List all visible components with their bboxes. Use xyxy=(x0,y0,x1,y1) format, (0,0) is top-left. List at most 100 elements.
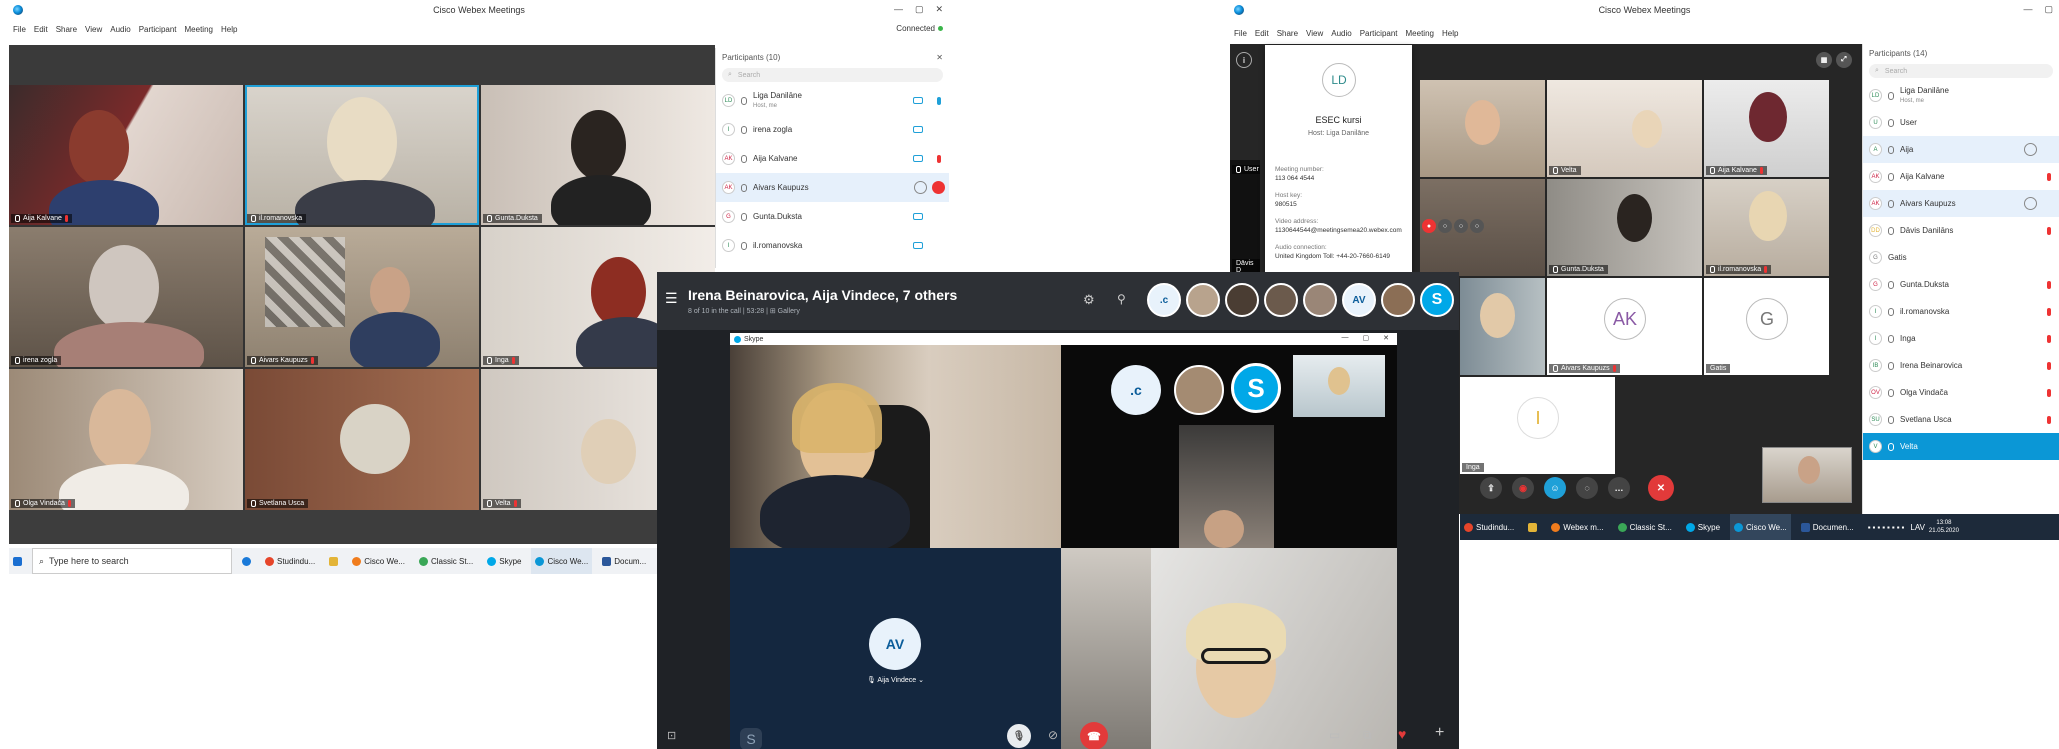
participant-row[interactable]: AK Aija Kalvane xyxy=(1863,163,2059,190)
start-button[interactable] xyxy=(9,548,26,574)
taskbar-app-chrome[interactable]: Studindu... xyxy=(261,548,319,574)
video-tile-initials[interactable]: AK Aivars Kaupuzs xyxy=(1547,278,1702,375)
participant-row-selected[interactable]: AK Aivars Kaupuzs xyxy=(716,173,949,202)
heart-reaction-icon[interactable]: ♥ xyxy=(1398,726,1406,742)
settings-gear-icon[interactable]: ⚙ xyxy=(1083,292,1095,308)
participant-avatar[interactable] xyxy=(1264,283,1298,317)
avatar-av[interactable]: AV xyxy=(1342,283,1376,317)
video-tile[interactable]: Svetlana Usca xyxy=(245,369,479,510)
video-off-icon[interactable]: ⊘ xyxy=(1048,728,1058,742)
taskbar-app-firefox[interactable]: Cisco We... xyxy=(348,548,409,574)
menu-file[interactable]: File xyxy=(13,25,26,34)
reaction-buttons[interactable]: ● xyxy=(1422,219,1436,233)
meeting-info-button[interactable]: i xyxy=(1236,52,1252,68)
add-participant-icon[interactable]: ⚲ xyxy=(1117,292,1126,306)
participant-row[interactable]: U User xyxy=(1863,109,2059,136)
participant-row-selected[interactable]: A Aija xyxy=(1863,136,2059,163)
language-indicator[interactable]: LAV xyxy=(1910,523,1925,532)
taskbar-app-chrome[interactable]: Studindu... xyxy=(1460,514,1518,540)
menu-file[interactable]: File xyxy=(1234,29,1247,38)
reaction-button[interactable]: ○ xyxy=(1438,219,1452,233)
menu-meeting[interactable]: Meeting xyxy=(185,25,213,34)
taskbar-app-skype[interactable]: Skype xyxy=(483,548,525,574)
close-button[interactable]: ✕ xyxy=(935,4,943,15)
reaction-button[interactable]: ○ xyxy=(1470,219,1484,233)
video-tile[interactable]: ● ○ ○ ○ xyxy=(1420,179,1545,276)
participant-avatar[interactable] xyxy=(1381,283,1415,317)
main-video-tile[interactable] xyxy=(730,345,1061,548)
video-tile[interactable] xyxy=(1179,425,1274,548)
participant-avatar[interactable] xyxy=(1186,283,1220,317)
avatar-c-large[interactable]: .c xyxy=(1111,365,1161,415)
expand-button[interactable]: ⤢ xyxy=(1836,52,1852,68)
video-tile-active[interactable]: il.romanovska xyxy=(245,85,479,225)
taskbar-app-skype[interactable]: Skype xyxy=(1682,514,1724,540)
participants-button[interactable]: ☺ xyxy=(1544,477,1566,499)
participant-row[interactable]: Iil.romanovska xyxy=(716,231,949,260)
taskbar-app-word[interactable]: Documen... xyxy=(1797,514,1858,540)
share-button[interactable]: ⇪ xyxy=(1480,477,1502,499)
end-call-button[interactable]: ☎ xyxy=(1080,722,1108,749)
menu-share[interactable]: Share xyxy=(56,25,77,34)
avatar-c[interactable]: .c xyxy=(1147,283,1181,317)
field-value[interactable]: 113 064 4544 xyxy=(1275,174,1410,183)
participant-avatar[interactable] xyxy=(1225,283,1259,317)
close-panel-icon[interactable]: ✕ xyxy=(936,53,943,62)
user-tile[interactable]: User Dāvis D xyxy=(1230,160,1260,280)
participant-row[interactable]: AK Aija Kalvane xyxy=(716,144,949,173)
more-button[interactable]: … xyxy=(1608,477,1630,499)
leave-meeting-button[interactable]: ✕ xyxy=(1648,475,1674,501)
video-tile[interactable]: Aija Kalvane xyxy=(1704,80,1829,177)
taskbar-app-classic[interactable]: Classic St... xyxy=(415,548,477,574)
menu-participant[interactable]: Participant xyxy=(139,25,177,34)
participant-row[interactable]: G Gunta.Duksta xyxy=(716,202,949,231)
participant-row[interactable]: LD Liga Danilāne Host, me xyxy=(1863,82,2059,109)
video-tile-initials[interactable]: G Gatis xyxy=(1704,278,1829,375)
hamburger-menu-icon[interactable]: ☰ xyxy=(665,290,678,307)
menu-help[interactable]: Help xyxy=(1442,29,1458,38)
taskbar-app-word[interactable]: Docum... xyxy=(598,548,650,574)
chat-icon[interactable] xyxy=(2024,143,2037,156)
video-tile[interactable] xyxy=(1420,80,1545,177)
video-thumbnail[interactable] xyxy=(1293,355,1385,417)
video-tile[interactable]: irena zogla xyxy=(9,227,243,367)
taskbar-search-input[interactable]: ⌕ Type here to search xyxy=(32,548,232,574)
menu-view[interactable]: View xyxy=(85,25,102,34)
participant-row[interactable]: IB Irena Beinarovica xyxy=(1863,352,2059,379)
field-value[interactable]: United Kingdom Toll: +44-20-7660-6149 xyxy=(1275,252,1410,261)
switch-view-icon[interactable]: ⧉ xyxy=(1363,728,1372,743)
menu-participant[interactable]: Participant xyxy=(1360,29,1398,38)
minimize-button[interactable]: — xyxy=(894,4,903,15)
chat-icon[interactable]: ▭ xyxy=(1329,728,1340,742)
menu-audio[interactable]: Audio xyxy=(110,25,130,34)
field-value[interactable]: 1130644544@meetingsemea20.webex.com xyxy=(1275,226,1410,235)
participant-row[interactable]: G Gatis xyxy=(1863,244,2059,271)
video-tile[interactable]: il.romanovska xyxy=(1704,179,1829,276)
more-options-icon[interactable]: + xyxy=(1435,724,1444,742)
clock[interactable]: 13:08 21.05.2020 xyxy=(1929,519,1959,535)
minimize-button[interactable]: — xyxy=(2023,4,2032,15)
participant-search-input[interactable]: ⌕ Search xyxy=(1869,64,2053,78)
taskbar-app-explorer[interactable] xyxy=(1524,514,1541,540)
menu-meeting[interactable]: Meeting xyxy=(1406,29,1434,38)
participant-row[interactable]: SU Svetlana Usca xyxy=(1863,406,2059,433)
chat-icon[interactable] xyxy=(914,181,927,194)
participant-row[interactable]: AK Aivars Kaupuzs xyxy=(1863,190,2059,217)
video-tile[interactable]: Olga Vindača xyxy=(9,369,243,510)
participant-row[interactable]: I Inga xyxy=(1863,325,2059,352)
layout-grid-button[interactable]: ▦ xyxy=(1816,52,1832,68)
skype-avatar[interactable]: S xyxy=(1420,283,1454,317)
video-tile[interactable]: Gunta.Duksta xyxy=(1547,179,1702,276)
participant-row-highlighted[interactable]: V Velta xyxy=(1863,433,2059,460)
self-view[interactable] xyxy=(1762,447,1852,503)
field-value[interactable]: 980515 xyxy=(1275,200,1410,209)
participant-row[interactable]: G Gunta.Duksta xyxy=(1863,271,2059,298)
mic-button[interactable]: 🎙 xyxy=(1007,724,1031,748)
chat-icon[interactable] xyxy=(2024,197,2037,210)
participant-search-input[interactable]: ⌕ Search xyxy=(722,68,943,82)
inner-close-button[interactable]: ✕ xyxy=(1383,334,1389,342)
maximize-button[interactable]: ▢ xyxy=(915,4,924,15)
taskbar-app-webex[interactable]: Cisco We... xyxy=(531,548,593,574)
video-tile[interactable]: Aivars Kaupuzs xyxy=(245,227,479,367)
participant-avatar[interactable] xyxy=(1303,283,1337,317)
